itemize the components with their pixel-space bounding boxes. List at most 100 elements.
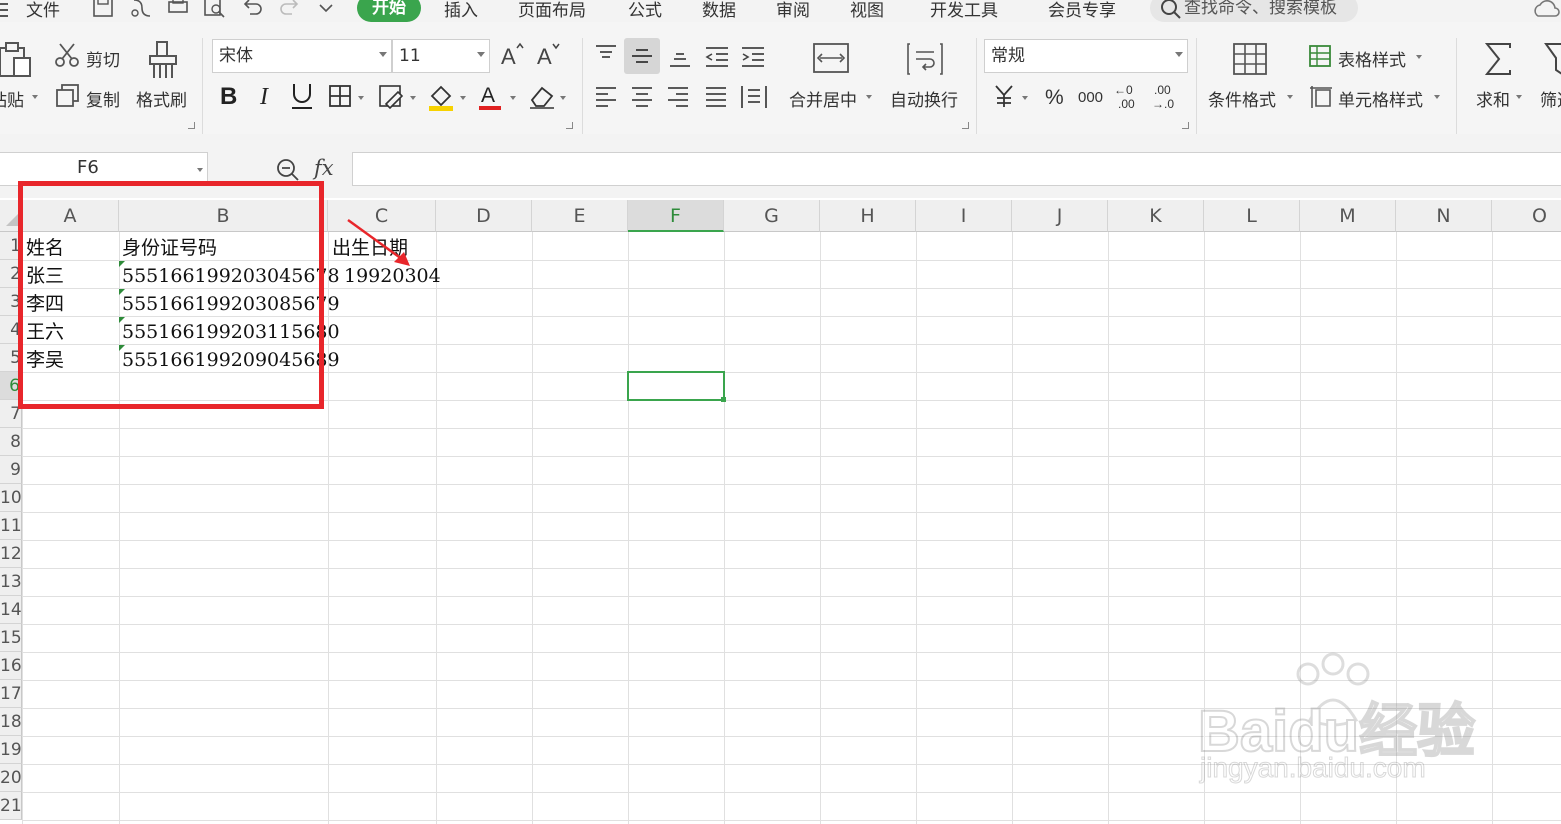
- sum-button[interactable]: 求和: [1476, 86, 1510, 111]
- dialog-launcher-icon[interactable]: [566, 122, 573, 129]
- italic-icon[interactable]: I: [258, 82, 278, 114]
- table-style-icon[interactable]: [1308, 44, 1332, 72]
- number-format-select[interactable]: 常规: [984, 39, 1188, 73]
- increase-indent-icon[interactable]: [740, 46, 766, 72]
- merge-center-icon[interactable]: [812, 42, 850, 78]
- cut-button[interactable]: 剪切: [86, 46, 120, 71]
- column-header-g[interactable]: G: [724, 200, 820, 232]
- cell-style-button[interactable]: 单元格样式: [1338, 86, 1423, 111]
- cell-fill-style-icon[interactable]: [378, 84, 406, 114]
- menu-file[interactable]: 文件: [26, 0, 60, 21]
- decrease-font-icon[interactable]: A: [536, 42, 562, 72]
- distributed-align-icon[interactable]: [740, 84, 768, 114]
- decrease-decimal-icon[interactable]: .00 →.0: [1152, 82, 1182, 116]
- dialog-launcher-icon[interactable]: [1182, 122, 1189, 129]
- clear-format-icon[interactable]: [528, 84, 556, 114]
- font-size-select[interactable]: 11: [392, 39, 490, 73]
- row-header-17[interactable]: 17: [0, 680, 22, 708]
- row-header-12[interactable]: 12: [0, 540, 22, 568]
- save-icon[interactable]: [92, 0, 114, 22]
- tab-formulas[interactable]: 公式: [628, 0, 662, 21]
- conditional-format-icon[interactable]: [1232, 42, 1268, 80]
- thousands-separator-icon[interactable]: 000: [1078, 84, 1108, 112]
- filter-button[interactable]: 筛选: [1540, 86, 1561, 111]
- menu-hamburger-icon[interactable]: [0, 2, 12, 22]
- column-header-f[interactable]: F: [628, 200, 724, 232]
- increase-font-icon[interactable]: A: [500, 42, 526, 72]
- column-header-m[interactable]: M: [1300, 200, 1396, 232]
- formula-input[interactable]: [352, 152, 1561, 186]
- format-painter-button[interactable]: 格式刷: [136, 86, 187, 111]
- cut-icon[interactable]: [54, 42, 80, 72]
- row-header-9[interactable]: 9: [0, 456, 22, 484]
- tab-member[interactable]: 会员专享: [1048, 0, 1116, 21]
- align-middle-button[interactable]: [624, 38, 660, 74]
- row-header-20[interactable]: 20: [0, 764, 22, 792]
- border-icon[interactable]: [328, 84, 354, 112]
- copy-icon[interactable]: [56, 84, 80, 112]
- print-icon[interactable]: [167, 0, 189, 22]
- row-header-14[interactable]: 14: [0, 596, 22, 624]
- fill-color-icon[interactable]: [428, 82, 456, 116]
- tab-view[interactable]: 视图: [850, 0, 884, 21]
- align-top-icon[interactable]: [594, 44, 618, 70]
- tab-insert[interactable]: 插入: [444, 0, 478, 21]
- fill-handle[interactable]: [721, 397, 726, 402]
- row-header-10[interactable]: 10: [0, 484, 22, 512]
- format-painter-icon[interactable]: [146, 40, 180, 84]
- align-right-icon[interactable]: [666, 86, 690, 112]
- output-icon[interactable]: [130, 0, 152, 22]
- paste-icon[interactable]: [0, 40, 36, 84]
- cell-style-icon[interactable]: [1308, 84, 1334, 114]
- wrap-text-icon[interactable]: [906, 42, 944, 80]
- row-header-8[interactable]: 8: [0, 428, 22, 456]
- dialog-launcher-icon[interactable]: [188, 122, 195, 129]
- column-header-l[interactable]: L: [1204, 200, 1300, 232]
- dialog-launcher-icon[interactable]: [962, 122, 969, 129]
- column-header-n[interactable]: N: [1396, 200, 1492, 232]
- align-center-icon[interactable]: [630, 86, 654, 112]
- tab-page-layout[interactable]: 页面布局: [518, 0, 586, 21]
- column-header-i[interactable]: I: [916, 200, 1012, 232]
- bold-icon[interactable]: B: [220, 82, 244, 114]
- tab-home[interactable]: 开始: [357, 0, 421, 22]
- redo-icon[interactable]: [278, 0, 300, 22]
- row-header-19[interactable]: 19: [0, 736, 22, 764]
- quick-access-dropdown-icon[interactable]: [318, 0, 334, 20]
- filter-icon[interactable]: [1544, 42, 1561, 82]
- increase-decimal-icon[interactable]: ←0.00: [1114, 82, 1144, 116]
- justify-icon[interactable]: [704, 86, 728, 112]
- row-header-13[interactable]: 13: [0, 568, 22, 596]
- print-preview-icon[interactable]: [204, 0, 226, 22]
- cloud-icon[interactable]: [1532, 0, 1561, 22]
- row-header-16[interactable]: 16: [0, 652, 22, 680]
- currency-icon[interactable]: [992, 84, 1016, 112]
- underline-icon[interactable]: [290, 82, 314, 116]
- insert-function-button[interactable]: fx: [314, 156, 334, 180]
- row-header-11[interactable]: 11: [0, 512, 22, 540]
- paste-button[interactable]: 粘贴: [0, 86, 24, 111]
- column-header-d[interactable]: D: [436, 200, 532, 232]
- row-header-18[interactable]: 18: [0, 708, 22, 736]
- decrease-indent-icon[interactable]: [704, 46, 730, 72]
- column-header-e[interactable]: E: [532, 200, 628, 232]
- tab-review[interactable]: 审阅: [776, 0, 810, 21]
- row-header-21[interactable]: 21: [0, 792, 22, 820]
- column-header-o[interactable]: O: [1492, 200, 1561, 232]
- merge-center-button[interactable]: 合并居中: [789, 86, 857, 111]
- column-header-k[interactable]: K: [1108, 200, 1204, 232]
- table-style-button[interactable]: 表格样式: [1338, 46, 1406, 71]
- align-left-icon[interactable]: [594, 86, 618, 112]
- column-header-j[interactable]: J: [1012, 200, 1108, 232]
- active-cell-f6[interactable]: [627, 371, 725, 401]
- sum-icon[interactable]: [1484, 42, 1514, 82]
- conditional-format-button[interactable]: 条件格式: [1208, 86, 1276, 111]
- percent-icon[interactable]: %: [1044, 84, 1068, 112]
- wrap-text-button[interactable]: 自动换行: [890, 86, 958, 111]
- command-search[interactable]: 查找命令、搜索模板: [1150, 0, 1358, 22]
- row-header-15[interactable]: 15: [0, 624, 22, 652]
- copy-button[interactable]: 复制: [86, 86, 120, 111]
- undo-icon[interactable]: [242, 0, 264, 22]
- tab-data[interactable]: 数据: [702, 0, 736, 21]
- tab-developer[interactable]: 开发工具: [930, 0, 998, 21]
